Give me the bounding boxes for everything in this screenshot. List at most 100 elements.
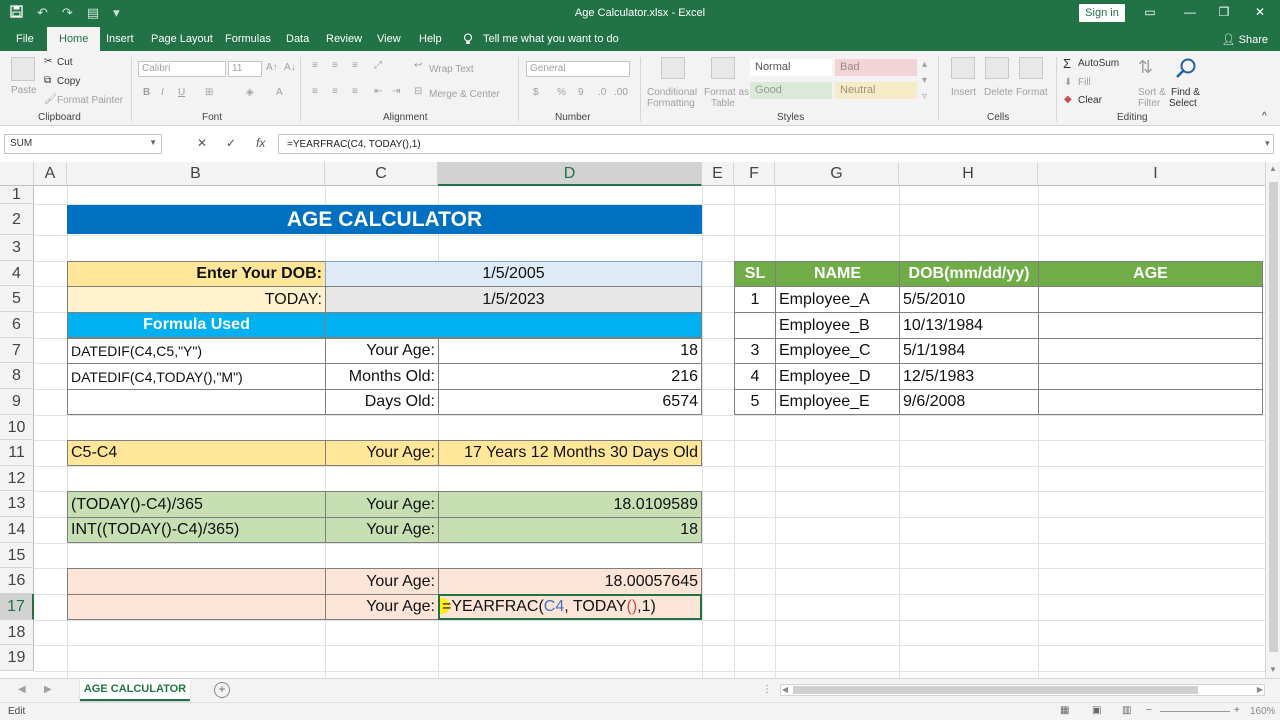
r14-formula-cell[interactable]: INT((TODAY()-C4)/365) — [67, 517, 326, 543]
r11-value-cell[interactable]: 17 Years 12 Months 30 Days Old — [438, 440, 702, 466]
eraser-icon[interactable]: ◆ — [1064, 94, 1072, 105]
column-header-a[interactable]: A — [34, 162, 67, 186]
sort-filter-icon[interactable]: ⇅ — [1138, 57, 1153, 78]
italic-icon[interactable]: I — [161, 87, 164, 98]
emp-row-name[interactable]: Employee_E — [775, 389, 900, 415]
currency-icon[interactable]: $ — [533, 87, 539, 98]
fill-color-icon[interactable]: ◈ — [246, 87, 254, 98]
row-header-18[interactable]: 18 — [0, 620, 34, 645]
emp-header-name[interactable]: NAME — [775, 261, 900, 287]
r9-value-cell[interactable]: 6574 — [438, 389, 702, 415]
format-painter-icon[interactable]: 🖌︎ — [44, 94, 57, 105]
emp-row-name[interactable]: Employee_A — [775, 286, 900, 313]
emp-row-sl[interactable]: 4 — [734, 363, 776, 390]
emp-row-sl[interactable]: 5 — [734, 389, 776, 415]
r14-value-cell[interactable]: 18 — [438, 517, 702, 543]
share-button[interactable]: 👤︎ Share — [1222, 33, 1268, 46]
row-header-15[interactable]: 15 — [0, 543, 34, 568]
column-header-e[interactable]: E — [702, 162, 734, 186]
emp-row-name[interactable]: Employee_C — [775, 338, 900, 364]
scroll-left-icon[interactable]: ◀ — [782, 685, 788, 694]
emp-row-age[interactable] — [1038, 338, 1263, 364]
emp-header-age[interactable]: AGE — [1038, 261, 1263, 287]
column-header-b[interactable]: B — [67, 162, 325, 186]
font-size-select[interactable]: 11 — [228, 61, 262, 77]
align-center-icon[interactable]: ≡ — [332, 86, 338, 97]
emp-row-dob[interactable]: 12/5/1983 — [899, 363, 1039, 390]
formula-input[interactable]: =YEARFRAC(C4, TODAY(),1) — [278, 134, 1274, 154]
comma-icon[interactable]: 9 — [578, 87, 584, 98]
percent-icon[interactable]: % — [557, 87, 566, 98]
emp-row-name[interactable]: Employee_B — [775, 312, 900, 339]
dob-label-cell[interactable]: Enter Your DOB: — [67, 261, 326, 287]
style-neutral[interactable]: Neutral — [835, 82, 917, 99]
row-header-9[interactable]: 9 — [0, 389, 34, 415]
close-icon[interactable]: ✕ — [1250, 5, 1270, 19]
next-sheet-icon[interactable]: ▶ — [44, 684, 52, 695]
orientation-icon[interactable]: ⤢ — [374, 60, 382, 71]
column-header-h[interactable]: H — [899, 162, 1038, 186]
column-header-g[interactable]: G — [775, 162, 899, 186]
column-header-c[interactable]: C — [325, 162, 438, 186]
tab-formulas[interactable]: Formulas — [225, 33, 271, 45]
row-header-11[interactable]: 11 — [0, 440, 34, 466]
format-cells-icon[interactable] — [1019, 57, 1043, 79]
increase-indent-icon[interactable]: ⇥ — [392, 86, 400, 97]
add-sheet-button[interactable]: + — [214, 682, 230, 698]
cancel-icon[interactable]: ✕ — [197, 136, 207, 150]
underline-icon[interactable]: U — [178, 87, 185, 98]
top-align-icon[interactable]: ≡ — [312, 60, 318, 71]
paste-button-label[interactable]: Paste — [11, 85, 37, 96]
prev-sheet-icon[interactable]: ◀ — [18, 684, 26, 695]
shrink-font-icon[interactable]: A↓ — [284, 62, 296, 73]
r13-value-cell[interactable]: 18.0109589 — [438, 491, 702, 518]
row-header-14[interactable]: 14 — [0, 517, 34, 543]
conditional-formatting-icon[interactable] — [661, 57, 685, 79]
emp-row-dob[interactable]: 5/5/2010 — [899, 286, 1039, 313]
styles-scroll-down-icon[interactable]: ▾ — [922, 75, 927, 86]
tab-help[interactable]: Help — [419, 33, 442, 45]
chevron-down-icon[interactable]: ▼ — [149, 138, 157, 147]
style-bad[interactable]: Bad — [835, 59, 917, 76]
sign-in-button[interactable]: Sign in — [1079, 4, 1125, 22]
column-header-i[interactable]: I — [1038, 162, 1265, 186]
row-header-19[interactable]: 19 — [0, 645, 34, 671]
autosum-icon[interactable]: Σ — [1063, 56, 1071, 71]
emp-row-sl[interactable]: 3 — [734, 338, 776, 364]
emp-row-dob[interactable]: 5/1/1984 — [899, 338, 1039, 364]
row-header-5[interactable]: 5 — [0, 286, 34, 312]
emp-row-dob[interactable]: 9/6/2008 — [899, 389, 1039, 415]
emp-row-age[interactable] — [1038, 363, 1263, 390]
sort-filter-button[interactable]: Sort & — [1138, 87, 1166, 98]
row-header-13[interactable]: 13 — [0, 491, 34, 517]
column-header-d[interactable]: D — [438, 162, 702, 186]
tab-view[interactable]: View — [377, 33, 401, 45]
copy-button[interactable]: Copy — [57, 76, 80, 87]
spreadsheet-grid[interactable]: A B C D E F G H I 1 2 3 4 5 6 7 8 9 10 1… — [0, 162, 1265, 678]
row-header-1[interactable]: 1 — [0, 186, 34, 204]
restore-icon[interactable]: ❐ — [1214, 5, 1234, 19]
r8-value-cell[interactable]: 216 — [438, 363, 702, 390]
column-header-f[interactable]: F — [734, 162, 775, 186]
formula-used-header-fill[interactable] — [325, 312, 702, 338]
align-left-icon[interactable]: ≡ — [312, 86, 318, 97]
font-name-select[interactable]: Calibri — [138, 61, 226, 77]
r11-label-cell[interactable]: Your Age: — [325, 440, 439, 466]
r14-label-cell[interactable]: Your Age: — [325, 517, 439, 543]
vertical-scroll-thumb[interactable] — [1269, 182, 1278, 652]
insert-cells-button[interactable]: Insert — [951, 87, 976, 98]
r9-label-cell[interactable]: Days Old: — [325, 389, 439, 415]
delete-cells-button[interactable]: Delete — [984, 87, 1013, 98]
tell-me-search[interactable]: Tell me what you want to do — [483, 33, 619, 45]
delete-cells-icon[interactable] — [985, 57, 1009, 79]
format-cells-button[interactable]: Format — [1016, 87, 1048, 98]
row-header-8[interactable]: 8 — [0, 363, 34, 389]
r13-formula-cell[interactable]: (TODAY()-C4)/365 — [67, 491, 326, 518]
grow-font-icon[interactable]: A↑ — [266, 62, 278, 73]
r7-label-cell[interactable]: Your Age: — [325, 338, 439, 364]
row-header-3[interactable]: 3 — [0, 235, 34, 261]
merge-center-button[interactable]: Merge & Center — [429, 89, 500, 100]
today-value-cell[interactable]: 1/5/2023 — [325, 286, 702, 313]
conditional-formatting-button[interactable]: Conditional — [647, 87, 697, 98]
select-all-corner[interactable] — [0, 162, 34, 186]
